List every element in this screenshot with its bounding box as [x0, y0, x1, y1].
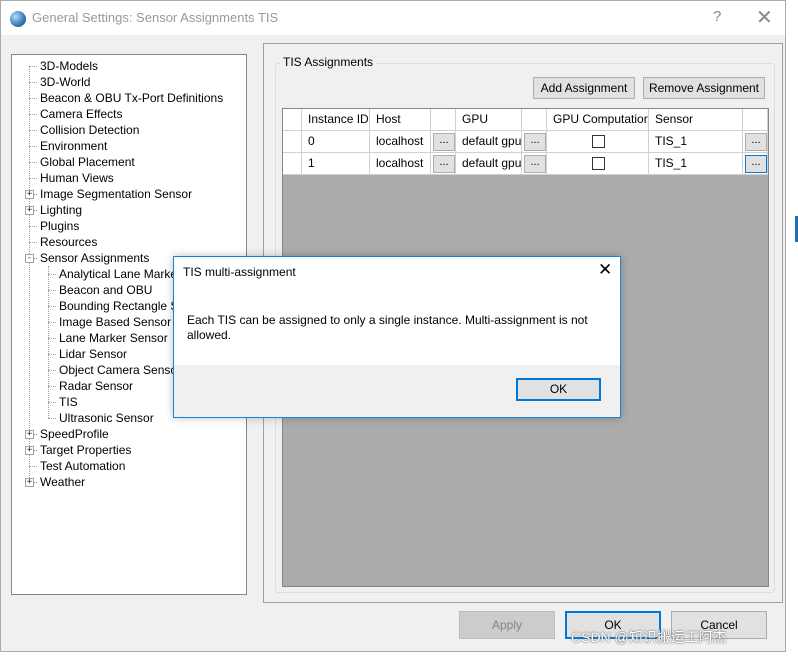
col-header-gpu-computation[interactable]: GPU Computation: [547, 109, 649, 131]
add-assignment-button[interactable]: Add Assignment: [533, 77, 635, 99]
tree-item[interactable]: Radar Sensor: [57, 378, 135, 394]
group-title: TIS Assignments: [280, 55, 377, 69]
tree-item[interactable]: Weather: [38, 474, 87, 490]
cell-instance-id[interactable]: 0: [302, 131, 370, 153]
tree-connector: [48, 386, 56, 387]
tree-item[interactable]: Sensor Assignments: [38, 250, 151, 266]
title-bar: General Settings: Sensor Assignments TIS…: [1, 1, 785, 35]
tree-connector: [48, 370, 56, 371]
tree-collapse-icon[interactable]: -: [25, 254, 34, 263]
tree-item[interactable]: Target Properties: [38, 442, 133, 458]
tree-item[interactable]: 3D-Models: [38, 58, 100, 74]
sensor-browse-button[interactable]: ...: [745, 155, 767, 173]
tree-connector: [48, 338, 56, 339]
tree-item[interactable]: Image Based Sensor: [57, 314, 173, 330]
col-header-host[interactable]: Host: [370, 109, 431, 131]
tree-item[interactable]: Lane Marker Sensor: [57, 330, 170, 346]
host-browse-button[interactable]: ...: [433, 155, 455, 173]
tree-connector: [48, 322, 56, 323]
cell-sensor[interactable]: TIS_1: [649, 131, 743, 153]
tree-root-line: [29, 66, 30, 482]
tree-connector: [29, 178, 37, 179]
gpu-computation-checkbox[interactable]: [592, 157, 605, 170]
app-globe-icon: [10, 11, 26, 27]
tree-connector: [48, 274, 56, 275]
dialog-footer: OK: [174, 365, 620, 417]
tree-expand-icon[interactable]: +: [25, 430, 34, 439]
cell-sensor[interactable]: TIS_1: [649, 153, 743, 175]
tree-connector: [29, 66, 37, 67]
grid-corner: [283, 109, 302, 131]
cell-gpu[interactable]: default gpu: [456, 131, 522, 153]
tree-item[interactable]: Human Views: [38, 170, 116, 186]
tree-item[interactable]: Environment: [38, 138, 109, 154]
tree-connector: [48, 402, 56, 403]
remove-assignment-button[interactable]: Remove Assignment: [643, 77, 765, 99]
tree-connector: [29, 114, 37, 115]
tree-item[interactable]: Lidar Sensor: [57, 346, 129, 362]
cell-host[interactable]: localhost: [370, 153, 431, 175]
col-header-host-picker[interactable]: [431, 109, 456, 131]
col-header-gpu-picker[interactable]: [522, 109, 547, 131]
tree-item[interactable]: 3D-World: [38, 74, 92, 90]
tree-connector: [29, 242, 37, 243]
tree-item[interactable]: Test Automation: [38, 458, 127, 474]
help-button[interactable]: ?: [713, 8, 721, 25]
tree-item[interactable]: Object Camera Sensor: [57, 362, 183, 378]
tree-connector: [48, 354, 56, 355]
tree-item[interactable]: Global Placement: [38, 154, 137, 170]
tree-item[interactable]: Ultrasonic Sensor: [57, 410, 156, 426]
col-header-gpu[interactable]: GPU: [456, 109, 522, 131]
tree-connector: [29, 98, 37, 99]
row-header[interactable]: [283, 153, 302, 175]
tree-item[interactable]: Collision Detection: [38, 122, 141, 138]
host-browse-button[interactable]: ...: [433, 133, 455, 151]
tree-item[interactable]: Resources: [38, 234, 99, 250]
tree-expand-icon[interactable]: +: [25, 190, 34, 199]
multi-assignment-dialog: TIS multi-assignment ✕ Each TIS can be a…: [173, 256, 621, 418]
tree-connector: [29, 226, 37, 227]
tree-expand-icon[interactable]: +: [25, 478, 34, 487]
tree-item[interactable]: Camera Effects: [38, 106, 124, 122]
tree-connector: [29, 82, 37, 83]
tree-connector: [29, 162, 37, 163]
row-header[interactable]: [283, 131, 302, 153]
cell-instance-id[interactable]: 1: [302, 153, 370, 175]
cell-gpu[interactable]: default gpu: [456, 153, 522, 175]
tree-connector: [29, 146, 37, 147]
tree-item[interactable]: Plugins: [38, 218, 81, 234]
gpu-browse-button[interactable]: ...: [524, 155, 546, 173]
tree-connector: [29, 466, 37, 467]
dialog-ok-button[interactable]: OK: [516, 378, 601, 401]
tree-item[interactable]: TIS: [57, 394, 80, 410]
sensor-browse-button[interactable]: ...: [745, 133, 767, 151]
watermark: CSDN @知识搬运工阿杰: [571, 629, 727, 645]
tree-connector: [29, 130, 37, 131]
apply-button[interactable]: Apply: [459, 611, 555, 639]
col-header-sensor[interactable]: Sensor: [649, 109, 743, 131]
tree-item[interactable]: Beacon & OBU Tx-Port Definitions: [38, 90, 225, 106]
window-close-button[interactable]: ✕: [756, 5, 773, 29]
col-header-instance-id[interactable]: Instance ID: [302, 109, 370, 131]
tree-item[interactable]: Lighting: [38, 202, 84, 218]
tree-item[interactable]: SpeedProfile: [38, 426, 111, 442]
tree-expand-icon[interactable]: +: [25, 446, 34, 455]
tree-child-line: [48, 266, 49, 418]
cell-host[interactable]: localhost: [370, 131, 431, 153]
dialog-close-button[interactable]: ✕: [598, 260, 612, 280]
tree-item[interactable]: Beacon and OBU: [57, 282, 154, 298]
tree-item[interactable]: Image Segmentation Sensor: [38, 186, 194, 202]
window-title: General Settings: Sensor Assignments TIS: [32, 10, 279, 25]
tree-connector: [48, 418, 56, 419]
tree-connector: [48, 290, 56, 291]
tree-connector: [48, 306, 56, 307]
dialog-message: Each TIS can be assigned to only a singl…: [187, 313, 588, 342]
col-header-sensor-picker[interactable]: [743, 109, 768, 131]
gpu-computation-checkbox[interactable]: [592, 135, 605, 148]
dialog-title: TIS multi-assignment: [183, 265, 296, 279]
tree-expand-icon[interactable]: +: [25, 206, 34, 215]
gpu-browse-button[interactable]: ...: [524, 133, 546, 151]
